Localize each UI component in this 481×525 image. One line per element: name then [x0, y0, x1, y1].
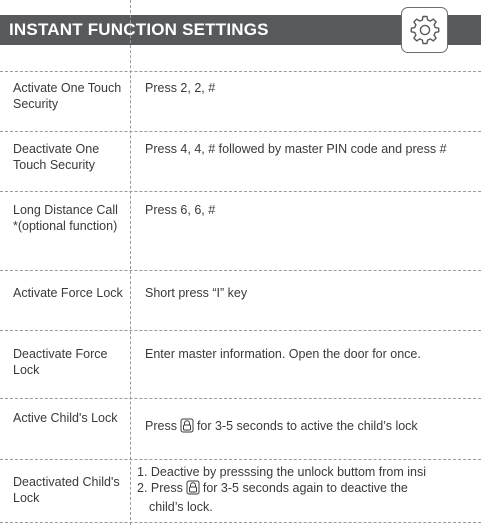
row-divider: [0, 71, 481, 72]
function-label: Deactivate Force Lock: [13, 347, 108, 377]
section-title: INSTANT FUNCTION SETTINGS: [9, 20, 269, 39]
function-label: Activate One Touch Security: [13, 81, 122, 111]
row-divider: [0, 330, 481, 331]
settings-icon-box: [401, 7, 448, 53]
function-instruction: Press 4, 4, # followed by master PIN cod…: [145, 142, 447, 156]
function-label: Deactivated Child's Lock: [13, 475, 120, 505]
function-instruction: Enter master information. Open the door …: [145, 347, 421, 361]
row-divider: [0, 398, 481, 399]
lock-button-icon: [186, 480, 200, 499]
list-item: child’s lock.: [149, 500, 213, 514]
function-label: Activate Force Lock: [13, 286, 123, 300]
function-instruction: Press 2, 2, #: [145, 81, 216, 95]
column-divider: [130, 0, 131, 525]
lock-button-icon: [180, 418, 194, 437]
list-item: 1. Deactive by presssing the unlock butt…: [137, 465, 427, 479]
function-instruction-list: 1. Deactive by presssing the unlock butt…: [137, 464, 481, 515]
function-label: Active Child's Lock: [13, 411, 118, 425]
row-divider: [0, 459, 481, 460]
row-divider: [0, 191, 481, 192]
list-item: 2. Press for 3-5 seconds again to deactiv…: [137, 480, 481, 499]
gear-icon: [410, 15, 439, 45]
function-label: Deactivate One Touch Security: [13, 142, 100, 172]
function-instruction: Press for 3-5 seconds to active the child…: [145, 418, 477, 437]
row-divider: [0, 270, 481, 271]
row-divider: [0, 131, 481, 132]
function-instruction: Press 6, 6, #: [145, 203, 216, 217]
function-instruction: Short press “I” key: [145, 286, 248, 300]
function-label: Long Distance Call *(optional function): [13, 203, 118, 233]
row-divider: [0, 522, 481, 523]
